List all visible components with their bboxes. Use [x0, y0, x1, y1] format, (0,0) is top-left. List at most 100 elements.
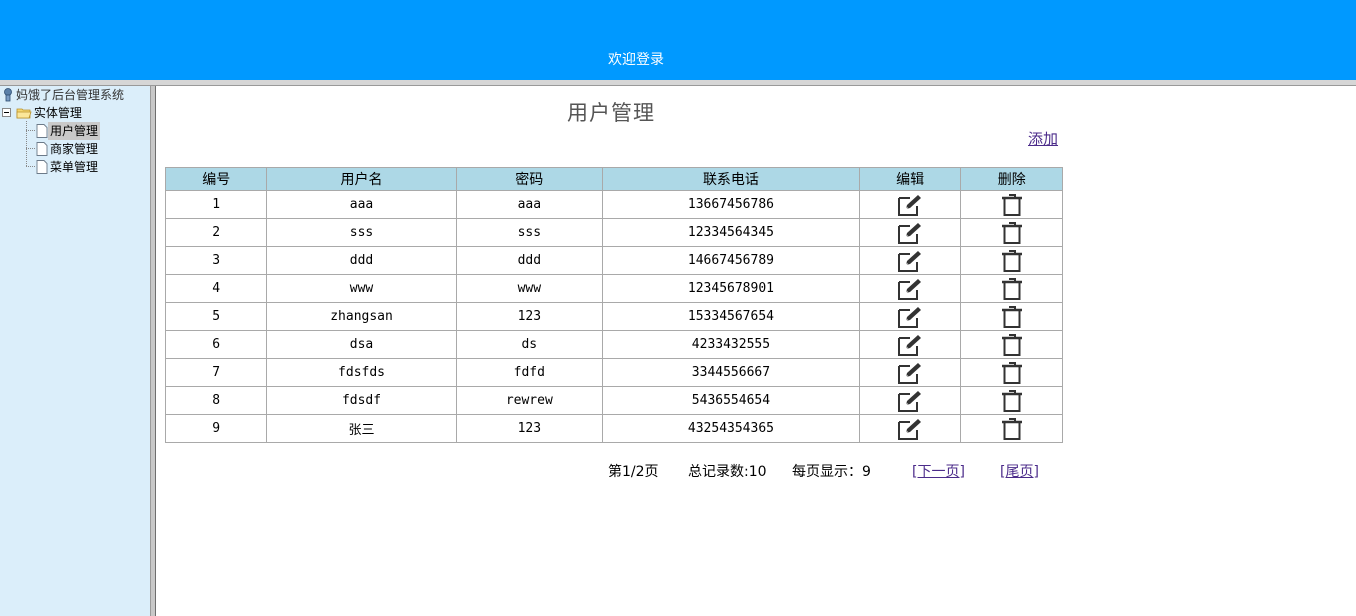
- cell-phone: 43254354365: [601, 414, 860, 443]
- cell-phone: 5436554654: [601, 386, 860, 415]
- cell-phone: 3344556667: [601, 358, 860, 387]
- cell-edit: [858, 358, 962, 387]
- edit-pencil-icon[interactable]: [896, 361, 924, 385]
- trash-icon[interactable]: [998, 221, 1026, 245]
- cell-edit: [858, 274, 962, 303]
- edit-pencil-icon[interactable]: [896, 305, 924, 329]
- cell-phone: 15334567654: [601, 302, 860, 331]
- edit-pencil-icon[interactable]: [896, 417, 924, 441]
- table-row: 8 fdsdf rewrew 5436554654: [164, 386, 1063, 415]
- sidebar-item-user-management[interactable]: 用户管理: [36, 121, 101, 140]
- trash-icon[interactable]: [998, 277, 1026, 301]
- cell-username: www: [266, 274, 457, 303]
- edit-pencil-icon[interactable]: [896, 389, 924, 413]
- add-user-link[interactable]: 添加: [1028, 128, 1058, 149]
- cell-username: ddd: [266, 246, 457, 275]
- page-info: 第1/2页: [608, 464, 659, 480]
- trash-icon[interactable]: [998, 361, 1026, 385]
- edit-pencil-icon[interactable]: [896, 193, 924, 217]
- table-row: 9 张三 123 43254354365: [164, 414, 1063, 443]
- column-header-id: 编号: [164, 167, 268, 191]
- cell-password: aaa: [455, 190, 603, 219]
- cell-username: 张三: [266, 414, 457, 443]
- trash-icon[interactable]: [998, 417, 1026, 441]
- cell-id: 6: [164, 330, 268, 359]
- tree-group-label: 实体管理: [33, 105, 82, 120]
- cell-edit: [858, 330, 962, 359]
- sidebar-item-menu-management[interactable]: 菜单管理: [36, 157, 100, 175]
- collapse-minus-icon[interactable]: [2, 108, 11, 117]
- cell-delete: [960, 218, 1063, 247]
- edit-pencil-icon[interactable]: [896, 333, 924, 357]
- sidebar-item-label: 商家管理: [50, 141, 99, 156]
- table-row: 6 dsa ds 4233432555: [164, 330, 1063, 359]
- cell-edit: [858, 218, 962, 247]
- cell-edit: [858, 386, 962, 415]
- header-bar: 欢迎登录: [0, 0, 1356, 80]
- page-icon: [36, 123, 48, 138]
- next-page-link[interactable]: [下一页]: [912, 461, 965, 481]
- table-row: 4 www www 12345678901: [164, 274, 1063, 303]
- cell-id: 1: [164, 190, 268, 219]
- cell-edit: [858, 302, 962, 331]
- cell-id: 5: [164, 302, 268, 331]
- open-folder-icon: [16, 108, 32, 118]
- cell-phone: 14667456789: [601, 246, 860, 275]
- cell-delete: [960, 274, 1063, 303]
- cell-username: fdsdf: [266, 386, 457, 415]
- cell-edit: [858, 246, 962, 275]
- cell-username: fdsfds: [266, 358, 457, 387]
- column-header-edit: 编辑: [858, 167, 962, 191]
- cell-username: dsa: [266, 330, 457, 359]
- edit-pencil-icon[interactable]: [896, 221, 924, 245]
- edit-pencil-icon[interactable]: [896, 277, 924, 301]
- trash-icon[interactable]: [998, 305, 1026, 329]
- cell-password: www: [455, 274, 603, 303]
- page-title: 用户管理: [567, 101, 655, 125]
- per-page-count: 每页显示：9: [792, 464, 871, 480]
- last-page-link[interactable]: [尾页]: [1000, 461, 1039, 481]
- cell-delete: [960, 386, 1063, 415]
- cell-password: ds: [455, 330, 603, 359]
- tree-root-label: 妈饿了后台管理系统: [16, 87, 125, 102]
- cell-username: zhangsan: [266, 302, 457, 331]
- cell-password: 123: [455, 414, 603, 443]
- tree-connector: [26, 148, 35, 149]
- cell-username: aaa: [266, 190, 457, 219]
- cell-password: 123: [455, 302, 603, 331]
- sidebar-item-label: 用户管理: [48, 121, 101, 140]
- welcome-text: 欢迎登录: [608, 52, 664, 68]
- trash-icon[interactable]: [998, 389, 1026, 413]
- tree-root[interactable]: 妈饿了后台管理系统: [2, 85, 126, 103]
- table-row: 5 zhangsan 123 15334567654: [164, 302, 1063, 331]
- tree-connector: [26, 166, 35, 167]
- column-header-delete: 删除: [960, 167, 1063, 191]
- cell-id: 8: [164, 386, 268, 415]
- table-body: 1 aaa aaa 13667456786 2 sss sss 12334564345 3 ddd…: [164, 190, 1063, 443]
- column-header-phone: 联系电话: [601, 167, 860, 191]
- cell-delete: [960, 358, 1063, 387]
- trash-icon[interactable]: [998, 193, 1026, 217]
- total-records: 总记录数:10: [688, 464, 767, 480]
- table-row: 2 sss sss 12334564345: [164, 218, 1063, 247]
- table-header-row: 编号 用户名 密码 联系电话 编辑 删除: [164, 167, 1063, 191]
- trash-icon[interactable]: [998, 333, 1026, 357]
- cell-password: fdfd: [455, 358, 603, 387]
- column-header-password: 密码: [455, 167, 603, 191]
- cell-edit: [858, 414, 962, 443]
- cell-id: 2: [164, 218, 268, 247]
- cell-password: ddd: [455, 246, 603, 275]
- cell-delete: [960, 190, 1063, 219]
- user-table: 编号 用户名 密码 联系电话 编辑 删除 1 aaa aaa 13667456786 2…: [164, 167, 1063, 443]
- cell-password: rewrew: [455, 386, 603, 415]
- table-row: 1 aaa aaa 13667456786: [164, 190, 1063, 219]
- table-row: 7 fdsfds fdfd 3344556667: [164, 358, 1063, 387]
- edit-pencil-icon[interactable]: [896, 249, 924, 273]
- trash-icon[interactable]: [998, 249, 1026, 273]
- tree-group-entity[interactable]: 实体管理: [2, 103, 84, 121]
- tree-connector: [26, 130, 35, 131]
- cell-delete: [960, 414, 1063, 443]
- sidebar-item-merchant-management[interactable]: 商家管理: [36, 139, 100, 157]
- cell-delete: [960, 302, 1063, 331]
- cell-id: 7: [164, 358, 268, 387]
